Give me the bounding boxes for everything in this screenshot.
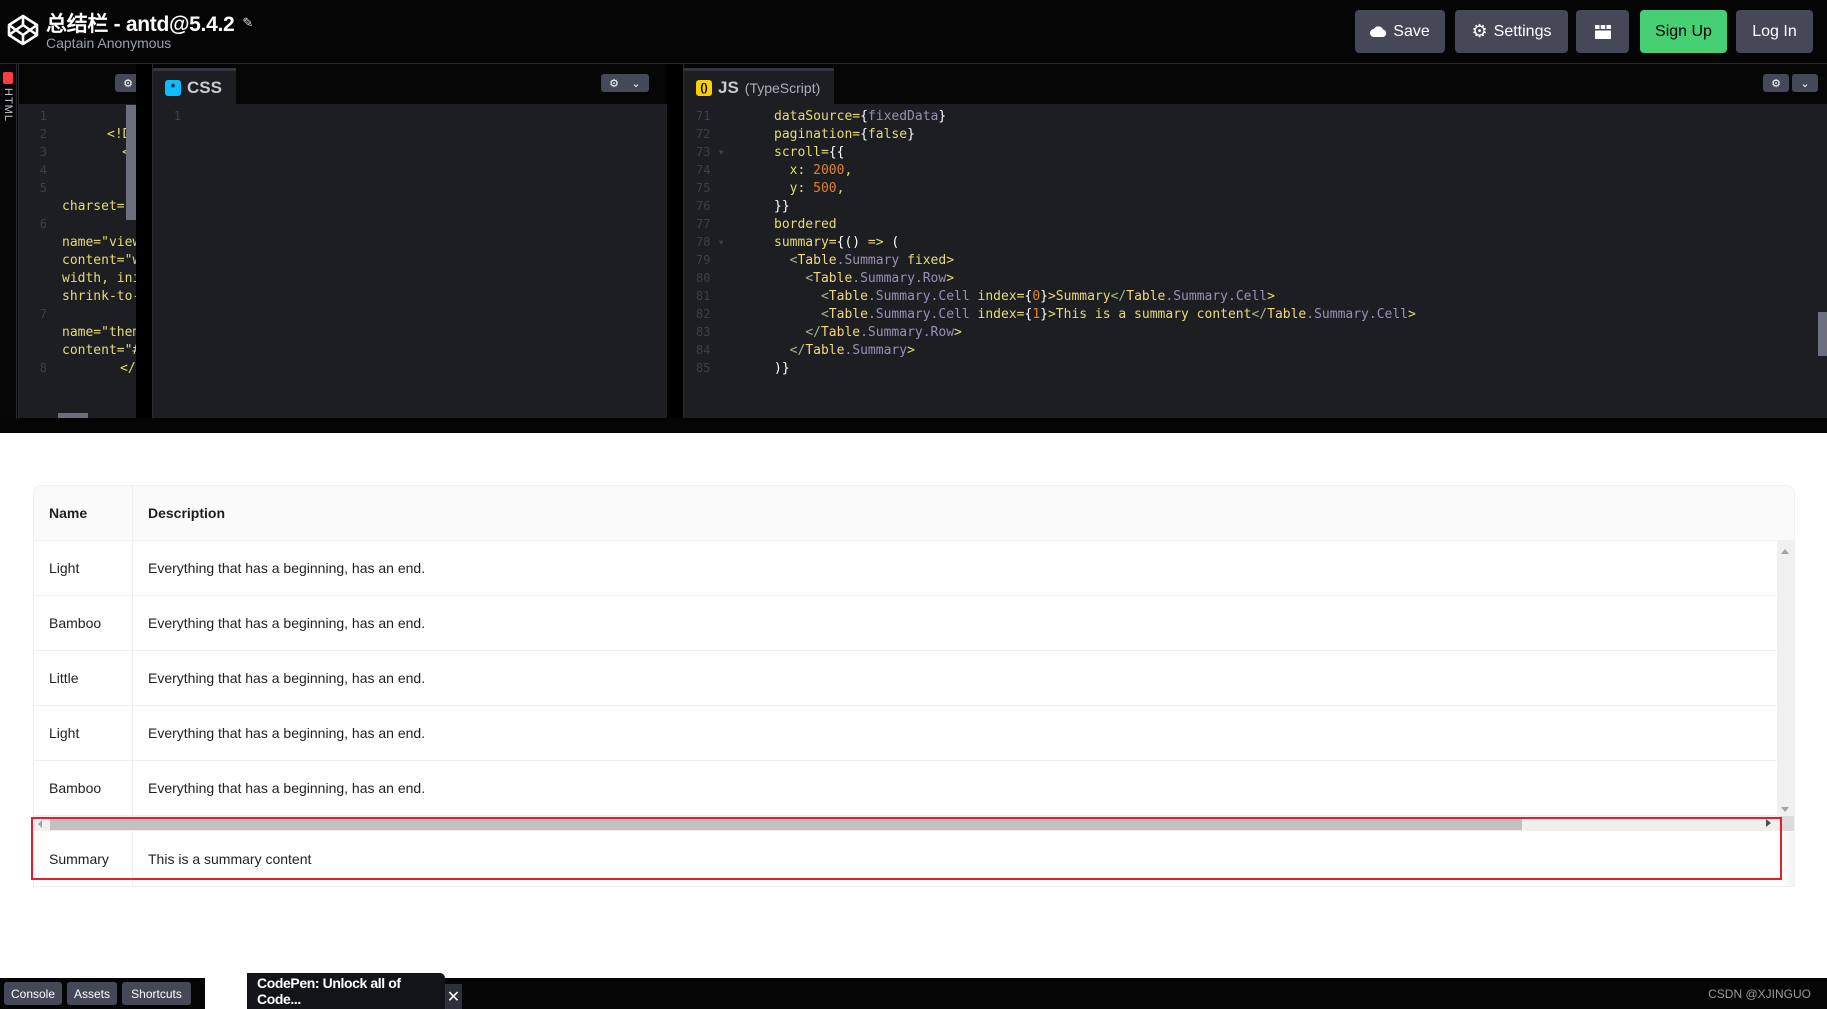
html-settings-gear-icon[interactable]: ⚙	[115, 74, 136, 92]
settings-button[interactable]: ⚙ Settings	[1455, 10, 1568, 53]
watermark: CSDN @XJINGUO	[1708, 987, 1811, 1001]
table-horizontal-scrollbar[interactable]	[34, 816, 1794, 831]
code-line: )}	[774, 361, 790, 376]
js-tab[interactable]: () JS (TypeScript)	[684, 68, 835, 104]
html-tab-label: HTML	[2, 88, 14, 122]
cell-name: Bamboo	[34, 596, 133, 650]
antd-table: Name Description Light Everything that ha…	[33, 485, 1795, 887]
scroll-up-arrow-icon[interactable]	[1781, 549, 1789, 554]
save-button[interactable]: Save	[1355, 10, 1445, 53]
cell-name: Bamboo	[34, 761, 133, 815]
js-tab-label: JS	[718, 77, 739, 97]
html-icon	[3, 72, 13, 84]
table-row[interactable]: Bamboo Everything that has a beginning, h…	[34, 761, 1778, 816]
assets-button[interactable]: Assets	[67, 982, 117, 1005]
cell-description: Everything that has a beginning, has an …	[148, 615, 426, 631]
layout-icon	[1594, 24, 1611, 39]
cell-description: Everything that has a beginning, has an …	[148, 560, 426, 576]
save-label: Save	[1393, 22, 1430, 40]
cell-description: Everything that has a beginning, has an …	[148, 670, 426, 686]
html-editor-scrollbar[interactable]	[126, 105, 136, 220]
scrollbar-corner	[1779, 816, 1794, 831]
summary-row: Summary This is a summary content	[34, 831, 1794, 886]
code-line: shrink-to-	[62, 289, 136, 304]
code-line: </	[120, 361, 136, 376]
close-promo-icon[interactable]: ✕	[445, 984, 462, 1009]
console-button[interactable]: Console	[4, 982, 62, 1005]
html-editor[interactable]: ⚙ 12<!DOC3<ht4<5charset="u6name="viewcon…	[18, 64, 136, 418]
cell-description: Everything that has a beginning, has an …	[148, 725, 426, 741]
cell-name: Light	[34, 706, 133, 760]
css-collapse-chevron-icon[interactable]: ⌄	[623, 74, 649, 92]
preview-pane: Name Description Light Everything that ha…	[0, 418, 1827, 978]
summary-row-shadow	[1779, 831, 1794, 886]
codepen-logo-icon[interactable]	[7, 14, 39, 46]
line-number: 85	[696, 361, 711, 375]
line-number: 6	[39, 217, 47, 231]
js-editor[interactable]: () JS (TypeScript) ⚙ ⌄ 71 dataSource={fix…	[683, 64, 1827, 418]
js-collapse-chevron-icon[interactable]: ⌄	[1792, 74, 1818, 92]
editor-area: HTML ⚙ 12<!DOC3<ht4<5charset="u6name="vi…	[0, 64, 1827, 418]
gear-icon: ⚙	[1471, 21, 1488, 41]
html-code[interactable]: 12<!DOC3<ht4<5charset="u6name="viewconte…	[19, 104, 136, 418]
codepen-header: 总结栏 - antd@5.4.2 ✎ Captain Anonymous Sav…	[0, 0, 1827, 64]
pen-title[interactable]: 总结栏 - antd@5.4.2 ✎	[46, 8, 253, 38]
column-header-description[interactable]: Description	[133, 486, 1794, 540]
line-number: 1	[173, 109, 181, 123]
cell-name: Little	[34, 651, 133, 705]
css-asterisk-icon: *	[165, 79, 181, 96]
html-editor-collapsed-tab[interactable]: HTML	[0, 64, 17, 418]
table-row[interactable]: Little Everything that has a beginning, h…	[34, 651, 1778, 706]
table-row[interactable]: Light Everything that has a beginning, ha…	[34, 706, 1778, 761]
cell-description: Everything that has a beginning, has an …	[148, 780, 426, 796]
line-number: 8	[39, 361, 47, 375]
code-line: </Table.Summary>	[789, 343, 915, 358]
promo-image[interactable]	[205, 973, 247, 1009]
css-code[interactable]: 1	[153, 104, 667, 418]
table-header: Name Description	[34, 486, 1794, 541]
summary-cell-content: This is a summary content	[148, 850, 312, 867]
table-row[interactable]: Bamboo Everything that has a beginning, h…	[34, 596, 1778, 651]
css-tab-label: CSS	[187, 77, 222, 97]
cloud-icon	[1370, 26, 1387, 37]
js-braces-icon: ()	[696, 79, 712, 96]
scroll-left-arrow-icon[interactable]	[38, 820, 42, 828]
cell-name: Light	[34, 541, 133, 595]
css-editor[interactable]: * CSS ⚙ ⌄ 1	[152, 64, 667, 418]
code-line: charset="u	[62, 199, 136, 214]
js-tab-sublabel: (TypeScript)	[744, 79, 821, 96]
edit-pencil-icon[interactable]: ✎	[242, 15, 253, 31]
table-vertical-scrollbar[interactable]	[1777, 541, 1794, 816]
js-editor-header	[684, 64, 1827, 104]
horizontal-scroll-thumb[interactable]	[50, 818, 1522, 830]
sign-up-button[interactable]: Sign Up	[1640, 10, 1727, 53]
line-number: 7	[39, 307, 47, 321]
summary-cell-name: Summary	[34, 831, 133, 886]
line-number: 5	[39, 181, 47, 195]
js-code[interactable]: 71 dataSource={fixedData} 72 pagination={fa…	[684, 104, 1827, 418]
log-in-button[interactable]: Log In	[1736, 10, 1813, 53]
column-header-name[interactable]: Name	[34, 486, 133, 540]
scroll-right-arrow-icon[interactable]	[1766, 819, 1771, 827]
settings-label: Settings	[1493, 22, 1552, 40]
change-view-button[interactable]	[1576, 10, 1629, 53]
css-tab[interactable]: * CSS	[153, 68, 236, 104]
js-editor-scrollbar[interactable]	[1818, 312, 1827, 356]
table-row[interactable]: Light Everything that has a beginning, ha…	[34, 541, 1778, 596]
js-settings-gear-icon[interactable]: ⚙	[1763, 74, 1789, 92]
promo-banner[interactable]: CodePen: Unlock all of Code...	[247, 973, 445, 1009]
pen-title-text: 总结栏 - antd@5.4.2	[46, 13, 235, 36]
shortcuts-button[interactable]: Shortcuts	[122, 982, 191, 1005]
scroll-down-arrow-icon[interactable]	[1781, 807, 1789, 812]
author-name[interactable]: Captain Anonymous	[46, 35, 171, 51]
